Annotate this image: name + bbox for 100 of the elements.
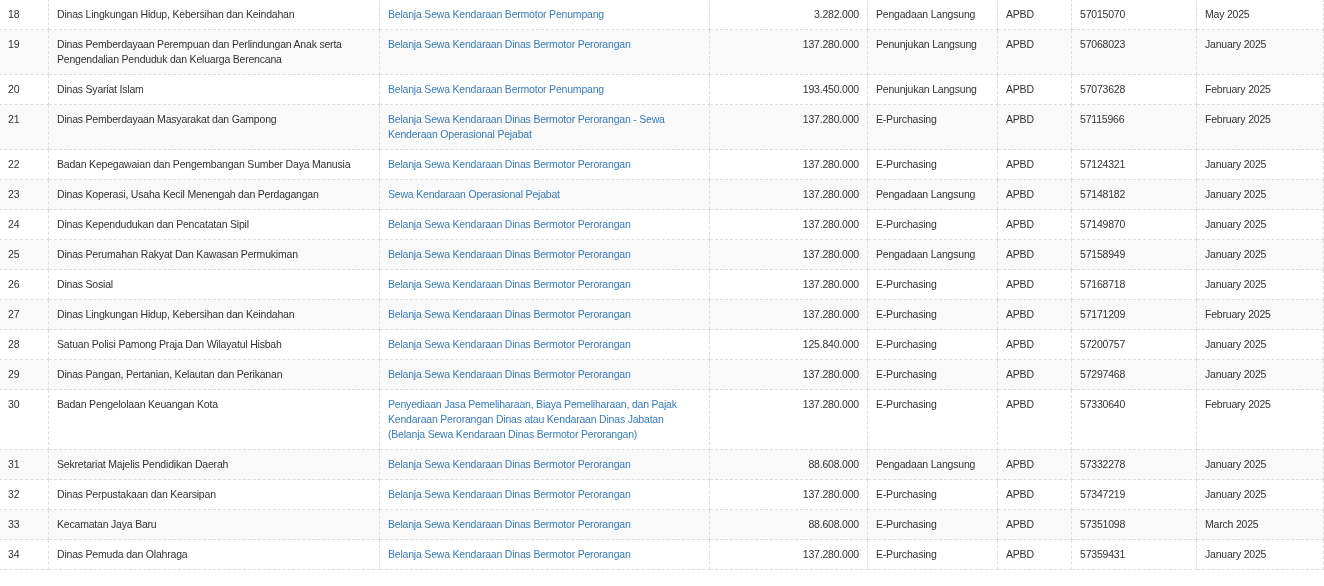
schedule-month: January 2025 xyxy=(1205,38,1267,50)
fund-source: APBD xyxy=(1006,368,1034,380)
budget-amount: 125.840.000 xyxy=(802,338,859,350)
row-number: 19 xyxy=(8,38,20,50)
fund-source: APBD xyxy=(1006,518,1034,530)
fund-source: APBD xyxy=(1006,113,1034,125)
budget-amount: 137.280.000 xyxy=(802,548,859,560)
budget-amount: 137.280.000 xyxy=(802,398,859,410)
rup-code: 57297468 xyxy=(1080,368,1126,380)
procurement-method: Pengadaan Langsung xyxy=(876,188,976,200)
schedule-month: February 2025 xyxy=(1205,113,1271,125)
work-unit-name: Dinas Pemberdayaan Masyarakat dan Gampong xyxy=(57,113,277,125)
procurement-method: E-Purchasing xyxy=(876,218,937,230)
fund-source: APBD xyxy=(1006,158,1034,170)
procurement-method: Pengadaan Langsung xyxy=(876,8,976,20)
work-unit-name: Dinas Perpustakaan dan Kearsipan xyxy=(57,488,216,500)
row-number: 34 xyxy=(8,548,20,560)
work-unit-name: Sekretariat Majelis Pendidikan Daerah xyxy=(57,458,229,470)
row-number: 27 xyxy=(8,308,20,320)
rup-code: 57200757 xyxy=(1080,338,1126,350)
work-unit-name: Dinas Kependudukan dan Pencatatan Sipil xyxy=(57,218,249,230)
work-unit-name: Dinas Pemuda dan Olahraga xyxy=(57,548,188,560)
rup-code: 57124321 xyxy=(1080,158,1126,170)
procurement-method: E-Purchasing xyxy=(876,368,937,380)
fund-source: APBD xyxy=(1006,83,1034,95)
budget-amount: 137.280.000 xyxy=(802,38,859,50)
work-unit-name: Dinas Pangan, Pertanian, Kelautan dan Perikanan xyxy=(57,368,283,380)
rup-code: 57068023 xyxy=(1080,38,1126,50)
rup-code: 57168718 xyxy=(1080,278,1126,290)
budget-amount: 137.280.000 xyxy=(802,308,859,320)
rup-code: 57149870 xyxy=(1080,218,1126,230)
work-unit-name: Satuan Polisi Pamong Praja Dan Wilayatul Hisbah xyxy=(57,338,282,350)
schedule-month: January 2025 xyxy=(1205,548,1267,560)
budget-amount: 137.280.000 xyxy=(802,158,859,170)
row-number: 20 xyxy=(8,83,20,95)
fund-source: APBD xyxy=(1006,458,1034,470)
rup-code: 57347219 xyxy=(1080,488,1126,500)
rup-code: 57359431 xyxy=(1080,548,1126,560)
procurement-method: E-Purchasing xyxy=(876,488,937,500)
rup-code: 57351098 xyxy=(1080,518,1126,530)
procurement-method: Penunjukan Langsung xyxy=(876,38,977,50)
row-number: 23 xyxy=(8,188,20,200)
budget-amount: 137.280.000 xyxy=(802,218,859,230)
schedule-month: January 2025 xyxy=(1205,338,1267,350)
procurement-method: E-Purchasing xyxy=(876,308,937,320)
schedule-month: January 2025 xyxy=(1205,278,1267,290)
fund-source: APBD xyxy=(1006,38,1034,50)
fund-source: APBD xyxy=(1006,248,1034,260)
procurement-method: E-Purchasing xyxy=(876,338,937,350)
budget-amount: 137.280.000 xyxy=(802,113,859,125)
row-number: 28 xyxy=(8,338,20,350)
procurement-method: E-Purchasing xyxy=(876,278,937,290)
work-unit-name: Badan Kepegawaian dan Pengembangan Sumber Daya Manusia xyxy=(57,158,351,170)
schedule-month: January 2025 xyxy=(1205,458,1267,470)
budget-amount: 137.280.000 xyxy=(802,278,859,290)
procurement-method: E-Purchasing xyxy=(876,398,937,410)
fund-source: APBD xyxy=(1006,398,1034,410)
row-number: 18 xyxy=(8,8,20,20)
row-number: 24 xyxy=(8,218,20,230)
work-unit-name: Dinas Pemberdayaan Perempuan dan Perlindungan Anak serta Pengendalian Penduduk dan Keluarga Berencana xyxy=(57,38,342,65)
row-number: 32 xyxy=(8,488,20,500)
budget-amount: 137.280.000 xyxy=(802,248,859,260)
work-unit-name: Dinas Lingkungan Hidup, Kebersihan dan Keindahan xyxy=(57,8,295,20)
rup-code: 57148182 xyxy=(1080,188,1126,200)
row-number: 26 xyxy=(8,278,20,290)
schedule-month: March 2025 xyxy=(1205,518,1259,530)
procurement-method: Penunjukan Langsung xyxy=(876,83,977,95)
fund-source: APBD xyxy=(1006,188,1034,200)
procurement-method: E-Purchasing xyxy=(876,158,937,170)
row-number: 30 xyxy=(8,398,20,410)
budget-amount: 137.280.000 xyxy=(802,368,859,380)
schedule-month: February 2025 xyxy=(1205,308,1271,320)
fund-source: APBD xyxy=(1006,488,1034,500)
schedule-month: January 2025 xyxy=(1205,248,1267,260)
procurement-method: E-Purchasing xyxy=(876,548,937,560)
work-unit-name: Badan Pengelolaan Keuangan Kota xyxy=(57,398,218,410)
budget-amount: 88.608.000 xyxy=(808,518,859,530)
procurement-method: Pengadaan Langsung xyxy=(876,458,976,470)
procurement-method: E-Purchasing xyxy=(876,518,937,530)
row-number: 33 xyxy=(8,518,20,530)
work-unit-name: Dinas Syariat Islam xyxy=(57,83,144,95)
row-number: 31 xyxy=(8,458,20,470)
row-number: 29 xyxy=(8,368,20,380)
work-unit-name: Kecamatan Jaya Baru xyxy=(57,518,157,530)
work-unit-name: Dinas Koperasi, Usaha Kecil Menengah dan Perdagangan xyxy=(57,188,319,200)
budget-amount: 137.280.000 xyxy=(802,188,859,200)
schedule-month: January 2025 xyxy=(1205,218,1267,230)
budget-amount: 193.450.000 xyxy=(802,83,859,95)
fund-source: APBD xyxy=(1006,308,1034,320)
work-unit-name: Dinas Sosial xyxy=(57,278,113,290)
rup-code: 57158949 xyxy=(1080,248,1126,260)
fund-source: APBD xyxy=(1006,338,1034,350)
budget-amount: 3.282.000 xyxy=(814,8,859,20)
procurement-method: Pengadaan Langsung xyxy=(876,248,976,260)
fund-source: APBD xyxy=(1006,278,1034,290)
schedule-month: January 2025 xyxy=(1205,488,1267,500)
procurement-method: E-Purchasing xyxy=(876,113,937,125)
work-unit-name: Dinas Perumahan Rakyat Dan Kawasan Permukiman xyxy=(57,248,298,260)
row-number: 25 xyxy=(8,248,20,260)
rup-code: 57115966 xyxy=(1080,113,1125,125)
